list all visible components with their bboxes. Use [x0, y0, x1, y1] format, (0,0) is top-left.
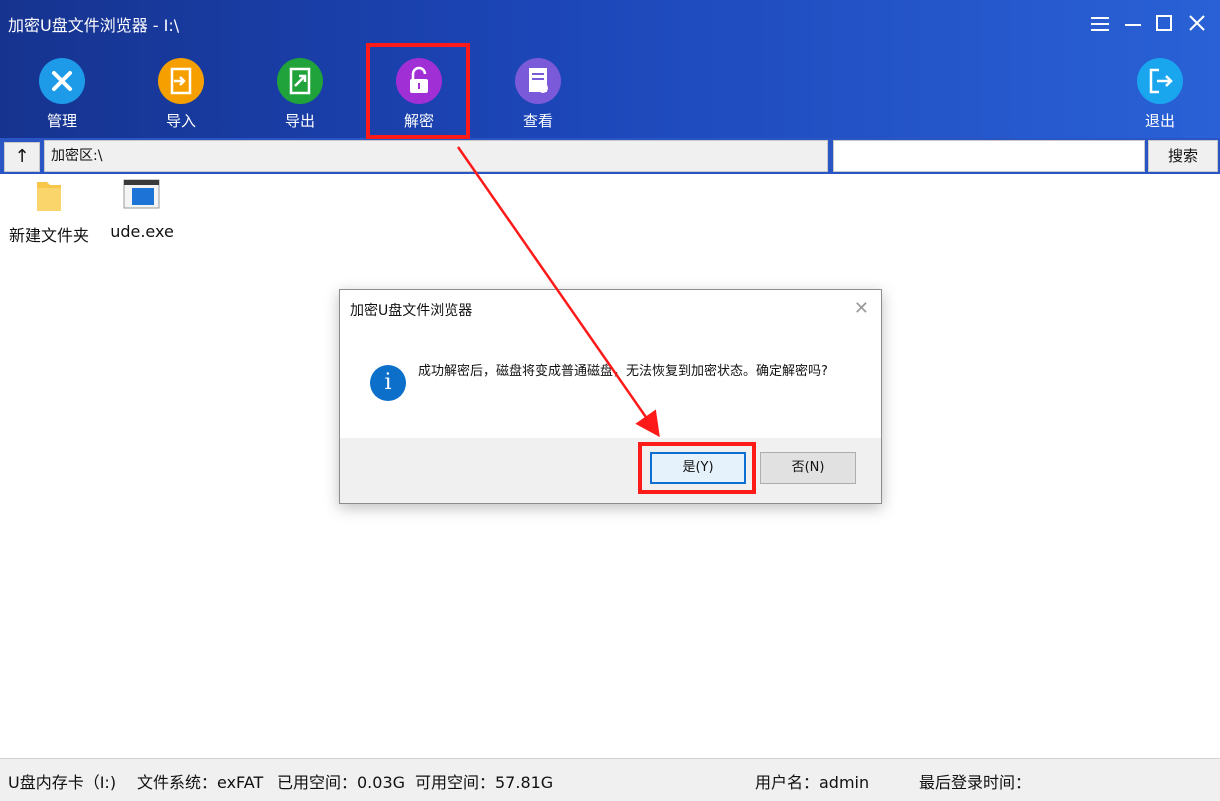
- search-input[interactable]: [833, 140, 1145, 172]
- path-field[interactable]: 加密区:\: [44, 140, 828, 172]
- up-button[interactable]: ↑: [4, 142, 40, 172]
- status-drive: U盘内存卡（I:): [8, 773, 117, 792]
- status-filesystem: 文件系统：exFAT: [137, 773, 264, 792]
- document-search-icon: [515, 58, 561, 104]
- window-title: 加密U盘文件浏览器 - I:\: [8, 16, 180, 35]
- folder-icon: [6, 178, 92, 218]
- decrypt-highlight-box: [366, 43, 470, 139]
- minimize-icon[interactable]: [1118, 8, 1148, 38]
- exit-label: 退出: [1144, 112, 1175, 130]
- manage-label: 管理: [46, 112, 77, 130]
- view-button[interactable]: 查看: [492, 58, 584, 138]
- dialog-title: 加密U盘文件浏览器: [350, 303, 473, 319]
- export-button[interactable]: 导出: [254, 58, 346, 138]
- status-used-space: 已用空间：0.03G: [277, 773, 406, 792]
- file-name: ude.exe: [110, 222, 174, 241]
- status-last-login: 最后登录时间：: [919, 773, 1032, 792]
- status-free-space: 可用空间：57.81G: [415, 773, 554, 792]
- file-item-folder[interactable]: 新建文件夹: [6, 178, 92, 246]
- export-icon: [277, 58, 323, 104]
- import-label: 导入: [165, 112, 196, 130]
- import-icon: [158, 58, 204, 104]
- status-username: 用户名：admin: [755, 773, 870, 792]
- status-bar: U盘内存卡（I:) 文件系统：exFAT 已用空间：0.03G 可用空间：57.…: [0, 758, 1220, 801]
- exe-icon: [104, 178, 180, 214]
- no-button[interactable]: 否(N): [760, 452, 856, 484]
- dialog-close-icon[interactable]: ✕: [854, 298, 869, 319]
- view-label: 查看: [522, 112, 553, 130]
- import-button[interactable]: 导入: [135, 58, 227, 138]
- file-name: 新建文件夹: [8, 226, 89, 245]
- close-icon[interactable]: [1182, 8, 1212, 38]
- yes-highlight-box: [638, 442, 756, 494]
- menu-icon[interactable]: [1085, 8, 1115, 38]
- dialog-message: 成功解密后，磁盘将变成普通磁盘，无法恢复到加密状态。确定解密吗?: [418, 364, 828, 379]
- search-button[interactable]: 搜索: [1148, 140, 1218, 172]
- exit-icon: [1137, 58, 1183, 104]
- maximize-icon[interactable]: [1149, 8, 1179, 38]
- manage-button[interactable]: 管理: [16, 58, 108, 138]
- export-label: 导出: [284, 112, 315, 130]
- info-icon: i: [370, 365, 406, 401]
- confirm-dialog: 加密U盘文件浏览器 ✕ i 成功解密后，磁盘将变成普通磁盘，无法恢复到加密状态。…: [339, 289, 882, 504]
- exit-button[interactable]: 退出: [1114, 58, 1206, 138]
- tools-icon: [39, 58, 85, 104]
- file-item-exe[interactable]: ude.exe: [104, 178, 180, 241]
